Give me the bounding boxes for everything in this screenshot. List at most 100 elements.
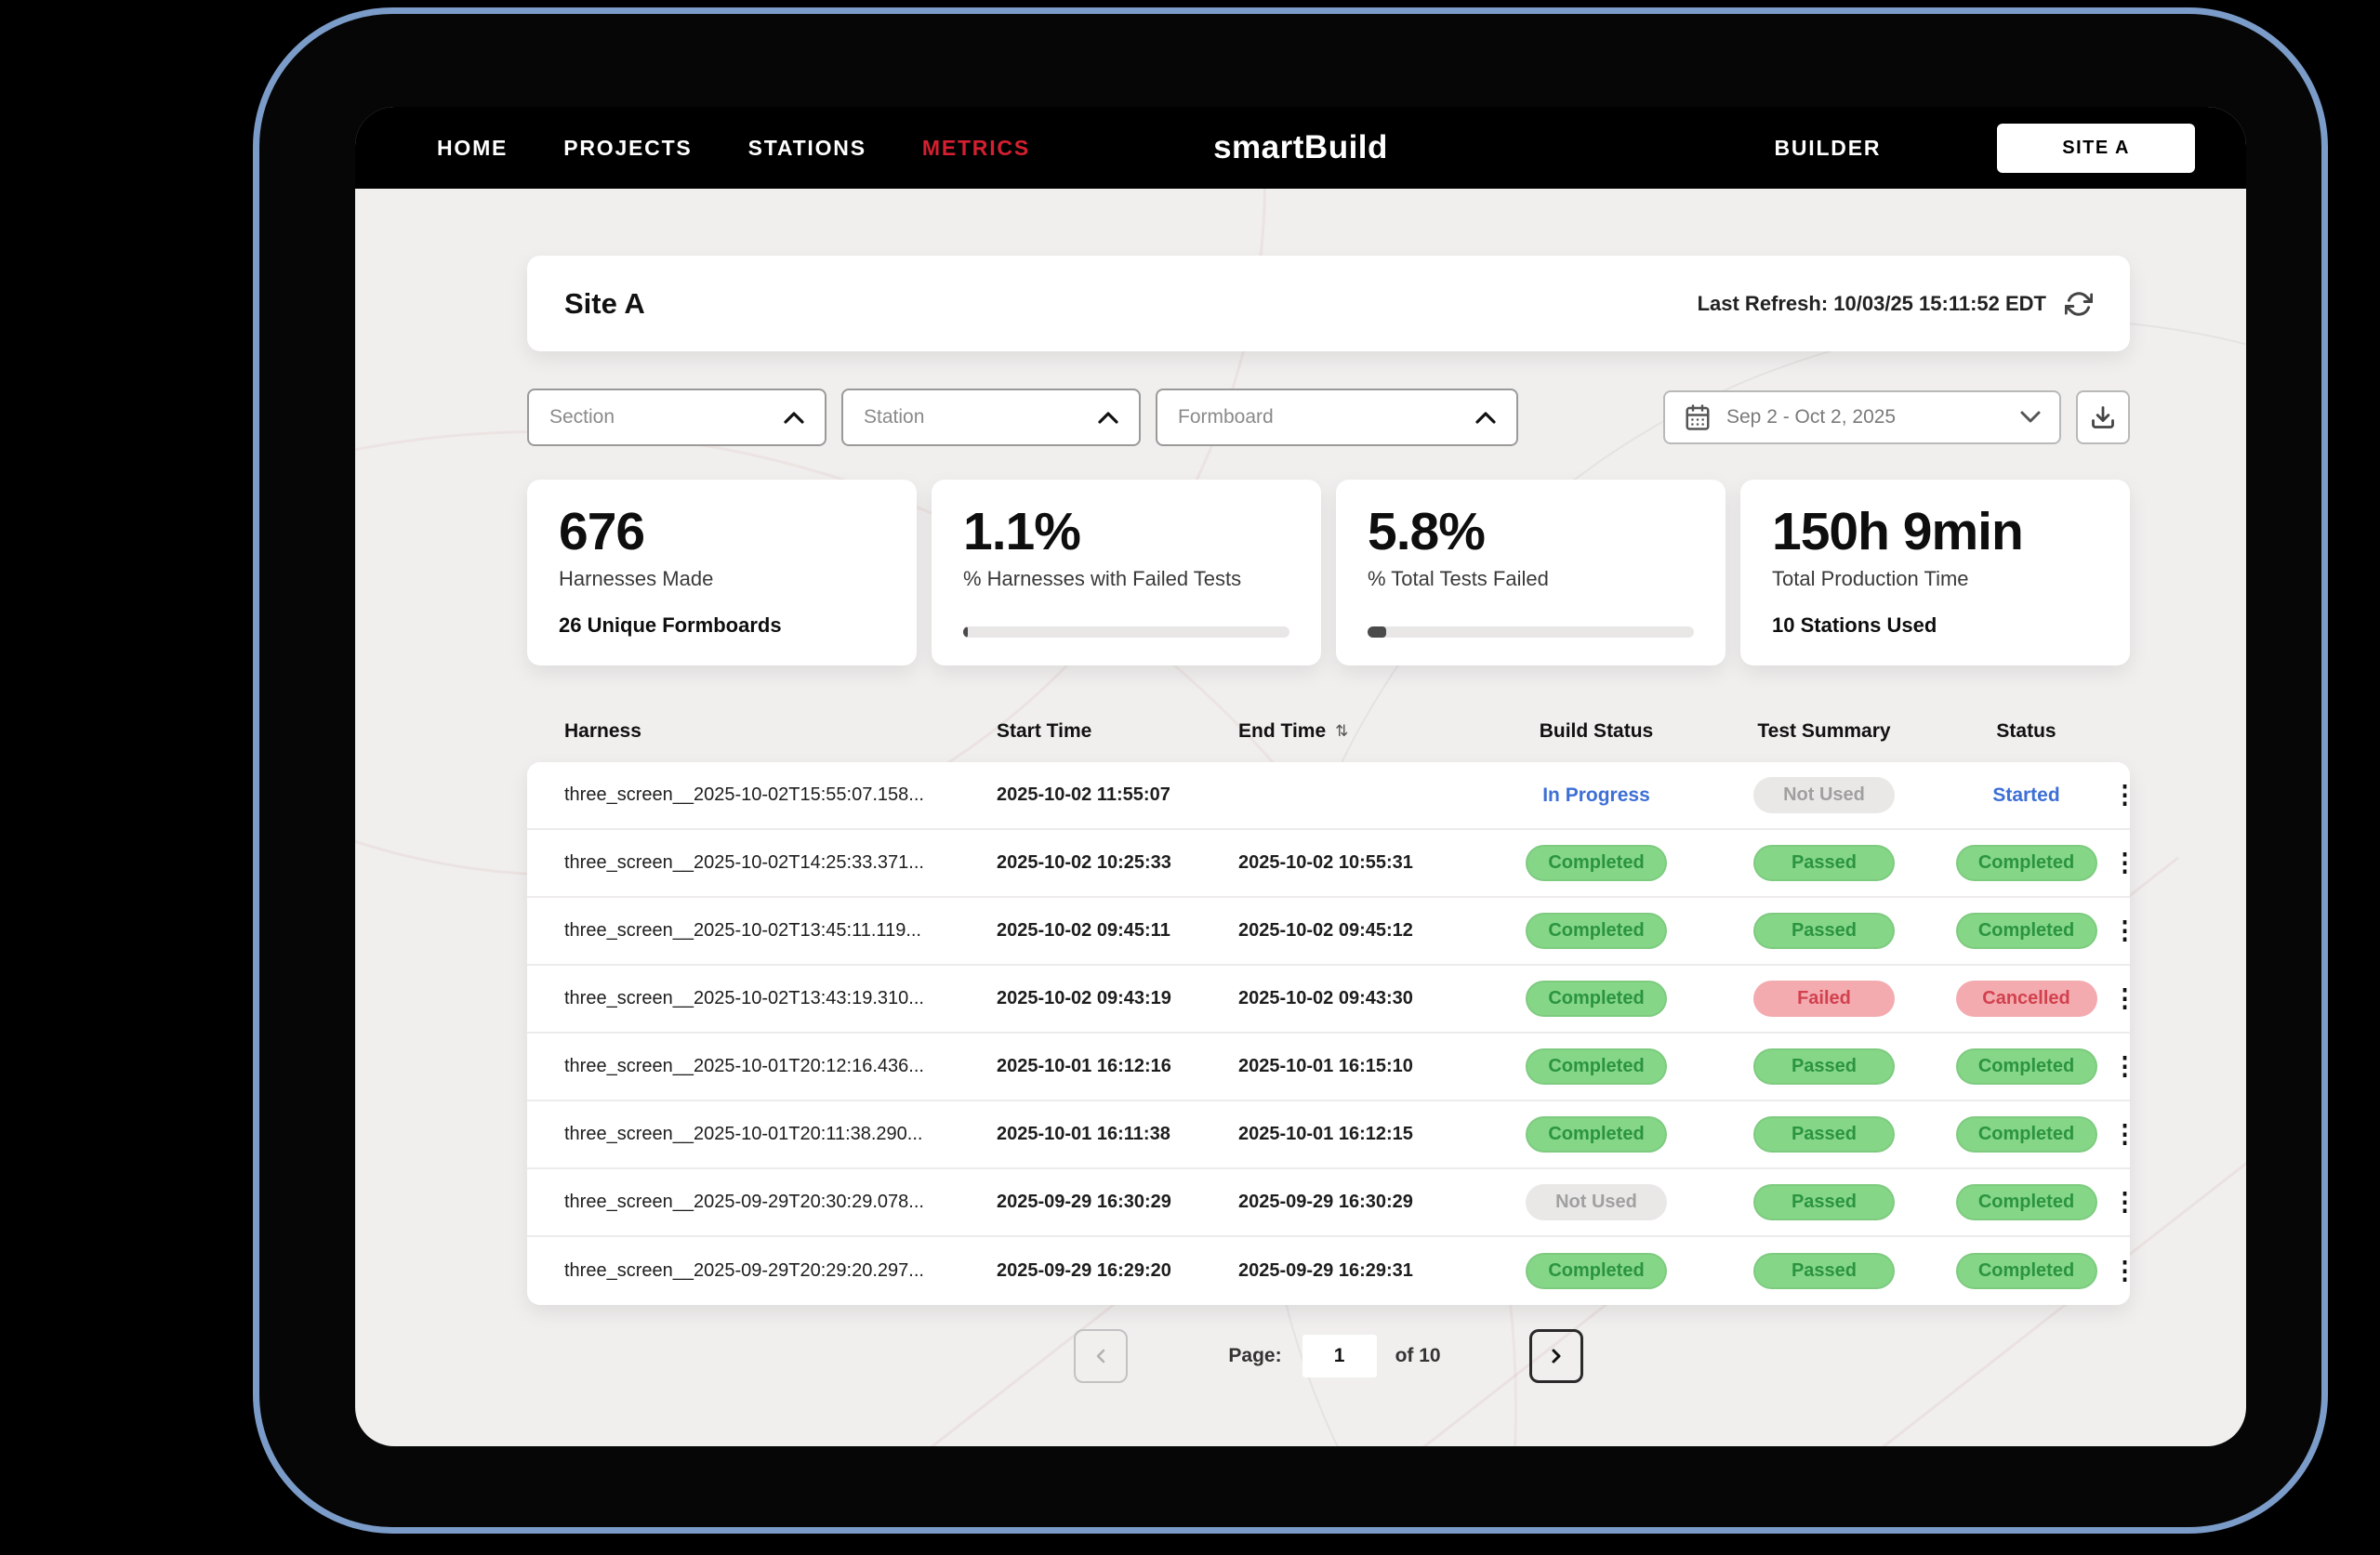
status-badge: Started — [1992, 777, 2059, 814]
station-filter-dropdown[interactable]: Station — [841, 389, 1141, 446]
col-header-end-time-label: End Time — [1238, 720, 1326, 743]
stat-subtext: 26 Unique Formboards — [559, 613, 885, 638]
progress-fill — [963, 626, 968, 638]
progress-fill — [1368, 626, 1386, 638]
stat-value: 1.1% — [963, 502, 1289, 563]
nav-item-stations[interactable]: STATIONS — [748, 136, 866, 161]
nav-item-builder[interactable]: BUILDER — [1774, 136, 1881, 161]
stats-row: 676 Harnesses Made 26 Unique Formboards … — [527, 480, 2130, 665]
progress-bar — [1368, 626, 1694, 638]
nav-item-metrics[interactable]: METRICS — [922, 136, 1030, 161]
row-menu-icon[interactable]: ⋮ — [2112, 1190, 2130, 1215]
table-row: three_screen__2025-10-02T13:43:19.310...… — [527, 966, 2130, 1034]
test-summary-badge: Failed — [1753, 981, 1895, 1017]
status-badge: Cancelled — [1956, 981, 2097, 1017]
row-menu-icon[interactable]: ⋮ — [2112, 918, 2130, 943]
nav-item-projects[interactable]: PROJECTS — [563, 136, 692, 161]
status-badge: Completed — [1956, 1048, 2097, 1085]
end-time: 2025-09-29 16:30:29 — [1238, 1192, 1485, 1213]
col-header-end-time[interactable]: End Time ⇅ — [1238, 720, 1485, 743]
end-time: 2025-10-01 16:12:15 — [1238, 1124, 1485, 1145]
section-filter-dropdown[interactable]: Section — [527, 389, 826, 446]
start-time: 2025-10-01 16:12:16 — [997, 1056, 1238, 1077]
sort-icon: ⇅ — [1335, 722, 1348, 741]
nav-right: BUILDER SITE A — [1774, 124, 2195, 173]
build-status-badge: Completed — [1526, 1048, 1667, 1085]
status-badge: Completed — [1956, 1116, 2097, 1153]
filter-row: Section Station Formboard — [527, 389, 2130, 446]
stat-label: Total Production Time — [1772, 567, 2098, 591]
end-time: 2025-09-29 16:29:31 — [1238, 1260, 1485, 1282]
harness-name: three_screen__2025-10-01T20:11:38.290... — [564, 1124, 997, 1145]
table-header: Harness Start Time End Time ⇅ Build Stat… — [527, 710, 2130, 753]
page-label: Page: — [1228, 1345, 1281, 1367]
col-header-test-summary: Test Summary — [1708, 720, 1940, 743]
test-summary-badge: Passed — [1753, 845, 1895, 881]
chevron-left-icon — [1090, 1345, 1112, 1367]
site-select-button[interactable]: SITE A — [1997, 124, 2195, 173]
chevron-down-icon — [2020, 411, 2041, 424]
page-input[interactable] — [1302, 1335, 1377, 1377]
harness-name: three_screen__2025-09-29T20:29:20.297... — [564, 1260, 997, 1282]
harness-name: three_screen__2025-10-02T15:55:07.158... — [564, 784, 997, 806]
build-status-badge: Not Used — [1526, 1184, 1667, 1220]
row-menu-icon[interactable]: ⋮ — [2112, 1122, 2130, 1147]
row-menu-icon[interactable]: ⋮ — [2112, 1054, 2130, 1079]
previous-page-button[interactable] — [1074, 1329, 1128, 1383]
date-range-picker[interactable]: Sep 2 - Oct 2, 2025 — [1663, 390, 2061, 444]
start-time: 2025-10-01 16:11:38 — [997, 1124, 1238, 1145]
row-menu-icon[interactable]: ⋮ — [2112, 986, 2130, 1011]
stat-card-production-time: 150h 9min Total Production Time 10 Stati… — [1740, 480, 2130, 665]
table-row: three_screen__2025-10-02T14:25:33.371...… — [527, 830, 2130, 898]
dashboard-content: Site A Last Refresh: 10/03/25 15:11:52 E… — [355, 189, 2246, 1446]
stat-value: 5.8% — [1368, 502, 1694, 563]
build-status-badge: Completed — [1526, 981, 1667, 1017]
col-header-build-status: Build Status — [1485, 720, 1708, 743]
site-header-card: Site A Last Refresh: 10/03/25 15:11:52 E… — [527, 256, 2130, 351]
harness-name: three_screen__2025-10-01T20:12:16.436... — [564, 1056, 997, 1077]
table-row: three_screen__2025-10-02T13:45:11.119...… — [527, 898, 2130, 966]
refresh-icon — [2065, 290, 2093, 318]
harness-table: three_screen__2025-10-02T15:55:07.158...… — [527, 762, 2130, 1305]
harness-name: three_screen__2025-10-02T14:25:33.371... — [564, 852, 997, 874]
build-status-badge: Completed — [1526, 845, 1667, 881]
date-range-value: Sep 2 - Oct 2, 2025 — [1726, 406, 1896, 428]
harness-name: three_screen__2025-10-02T13:45:11.119... — [564, 920, 997, 942]
row-menu-icon[interactable]: ⋮ — [2112, 783, 2130, 808]
nav-item-home[interactable]: HOME — [437, 136, 508, 161]
section-filter-label: Section — [549, 406, 615, 428]
page-total-label: of 10 — [1395, 1345, 1441, 1367]
col-header-status: Status — [1940, 720, 2112, 743]
col-header-harness: Harness — [564, 720, 997, 743]
stat-card-harnesses-made: 676 Harnesses Made 26 Unique Formboards — [527, 480, 917, 665]
status-badge: Completed — [1956, 913, 2097, 949]
formboard-filter-dropdown[interactable]: Formboard — [1156, 389, 1518, 446]
refresh-button[interactable] — [2065, 290, 2093, 318]
top-navbar: HOME PROJECTS STATIONS METRICS smartBuil… — [355, 107, 2246, 189]
row-menu-icon[interactable]: ⋮ — [2112, 850, 2130, 876]
table-row: three_screen__2025-10-01T20:12:16.436...… — [527, 1034, 2130, 1101]
download-button[interactable] — [2076, 390, 2130, 444]
start-time: 2025-10-02 09:45:11 — [997, 920, 1238, 942]
test-summary-badge: Passed — [1753, 1116, 1895, 1153]
start-time: 2025-09-29 16:29:20 — [997, 1260, 1238, 1282]
status-badge: Completed — [1956, 1253, 2097, 1289]
stat-subtext: 10 Stations Used — [1772, 613, 2098, 638]
stat-label: Harnesses Made — [559, 567, 885, 591]
test-summary-badge: Passed — [1753, 913, 1895, 949]
page-title: Site A — [564, 287, 645, 321]
start-time: 2025-10-02 11:55:07 — [997, 784, 1238, 806]
progress-bar — [963, 626, 1289, 638]
download-icon — [2090, 404, 2116, 430]
row-menu-icon[interactable]: ⋮ — [2112, 1258, 2130, 1284]
build-status-badge: Completed — [1526, 1253, 1667, 1289]
test-summary-badge: Not Used — [1753, 777, 1895, 813]
refresh-area: Last Refresh: 10/03/25 15:11:52 EDT — [1698, 290, 2093, 318]
last-refresh-text: Last Refresh: 10/03/25 15:11:52 EDT — [1698, 292, 2046, 316]
end-time: 2025-10-02 09:43:30 — [1238, 988, 1485, 1009]
chevron-right-icon — [1545, 1345, 1567, 1367]
chevron-up-icon — [784, 411, 804, 424]
stat-value: 676 — [559, 502, 885, 563]
next-page-button[interactable] — [1529, 1329, 1583, 1383]
stat-label: % Total Tests Failed — [1368, 567, 1694, 591]
